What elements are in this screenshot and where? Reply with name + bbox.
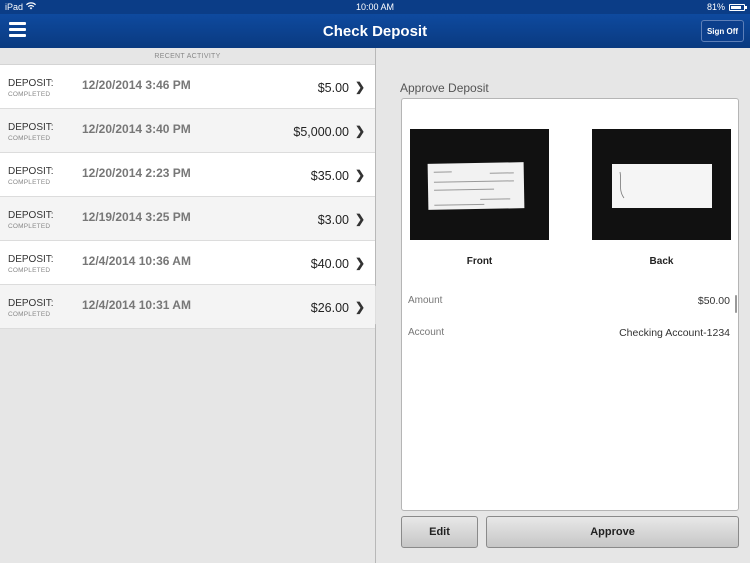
- deposit-amount: $5,000.00: [293, 125, 349, 139]
- deposit-row[interactable]: DEPOSIT: COMPLETED 12/19/2014 3:25 PM $3…: [0, 197, 375, 241]
- amount-label: Amount: [408, 295, 443, 306]
- deposit-date: 12/20/2014 3:46 PM: [82, 78, 191, 92]
- deposit-amount: $26.00: [310, 301, 349, 315]
- deposit-status: COMPLETED: [8, 267, 51, 274]
- deposit-date: 12/4/2014 10:31 AM: [82, 298, 191, 312]
- chevron-right-icon: ❯: [354, 212, 365, 226]
- check-back-image[interactable]: [592, 129, 731, 240]
- deposit-amount: $35.00: [310, 169, 349, 183]
- deposit-date: 12/20/2014 2:23 PM: [82, 166, 191, 180]
- deposit-row[interactable]: DEPOSIT: COMPLETED 12/4/2014 10:31 AM $2…: [0, 285, 375, 329]
- amount-value: $50.00: [697, 295, 730, 307]
- deposit-row[interactable]: DEPOSIT: COMPLETED 12/20/2014 2:23 PM $3…: [0, 153, 375, 197]
- deposit-amount: $5.00: [317, 81, 349, 95]
- approve-deposit-title: Approve Deposit: [400, 81, 489, 95]
- deposit-type: DEPOSIT:: [8, 122, 54, 133]
- chevron-right-icon: ❯: [354, 80, 365, 94]
- deposit-type: DEPOSIT:: [8, 254, 54, 265]
- status-time: 10:00 AM: [355, 2, 395, 12]
- deposit-status: COMPLETED: [8, 311, 51, 318]
- recent-activity-header: RECENT ACTIVITY: [0, 48, 375, 65]
- deposit-details-card: Front Back Amount $50.00 Account Checkin…: [401, 98, 739, 511]
- deposit-date: 12/20/2014 3:40 PM: [82, 122, 191, 136]
- account-label: Account: [408, 327, 445, 338]
- deposit-amount: $40.00: [310, 257, 349, 271]
- deposit-row[interactable]: DEPOSIT: COMPLETED 12/4/2014 10:36 AM $4…: [0, 241, 375, 285]
- deposit-row[interactable]: DEPOSIT: COMPLETED 12/20/2014 3:40 PM $5…: [0, 109, 375, 153]
- deposit-amount: $3.00: [317, 213, 349, 227]
- deposit-status: COMPLETED: [8, 179, 51, 186]
- chevron-right-icon: ❯: [354, 124, 365, 138]
- deposit-status: COMPLETED: [8, 135, 51, 142]
- deposit-type: DEPOSIT:: [8, 298, 54, 309]
- chevron-right-icon: ❯: [354, 300, 365, 314]
- page-title: Check Deposit: [322, 23, 428, 40]
- deposit-date: 12/19/2014 3:25 PM: [82, 210, 191, 224]
- front-label: Front: [466, 256, 493, 267]
- deposit-type: DEPOSIT:: [8, 210, 54, 221]
- edit-button[interactable]: Edit: [401, 516, 478, 548]
- chevron-right-icon: ❯: [354, 168, 365, 182]
- scroll-indicator: [735, 295, 737, 313]
- chevron-right-icon: ❯: [354, 256, 365, 270]
- deposit-type: DEPOSIT:: [8, 166, 54, 177]
- deposit-type: DEPOSIT:: [8, 78, 54, 89]
- recent-activity-panel: RECENT ACTIVITY DEPOSIT: COMPLETED 12/20…: [0, 48, 375, 563]
- deposit-status: COMPLETED: [8, 91, 51, 98]
- deposit-status: COMPLETED: [8, 223, 51, 230]
- sign-off-button[interactable]: Sign Off: [701, 20, 744, 42]
- battery-percent: 81%: [706, 2, 725, 12]
- approve-button[interactable]: Approve: [486, 516, 739, 548]
- approve-deposit-panel: Approve Deposit Front Back Amount $50.00…: [376, 48, 750, 563]
- deposit-row[interactable]: DEPOSIT: COMPLETED 12/20/2014 3:46 PM $5…: [0, 65, 375, 109]
- status-bar: iPad 10:00 AM 81%: [0, 0, 750, 14]
- back-label: Back: [649, 256, 674, 267]
- battery-icon: [729, 3, 747, 11]
- check-front-image[interactable]: [410, 129, 549, 240]
- account-value: Checking Account-1234: [619, 327, 730, 339]
- nav-bar: Check Deposit Sign Off: [0, 14, 750, 48]
- deposit-date: 12/4/2014 10:36 AM: [82, 254, 191, 268]
